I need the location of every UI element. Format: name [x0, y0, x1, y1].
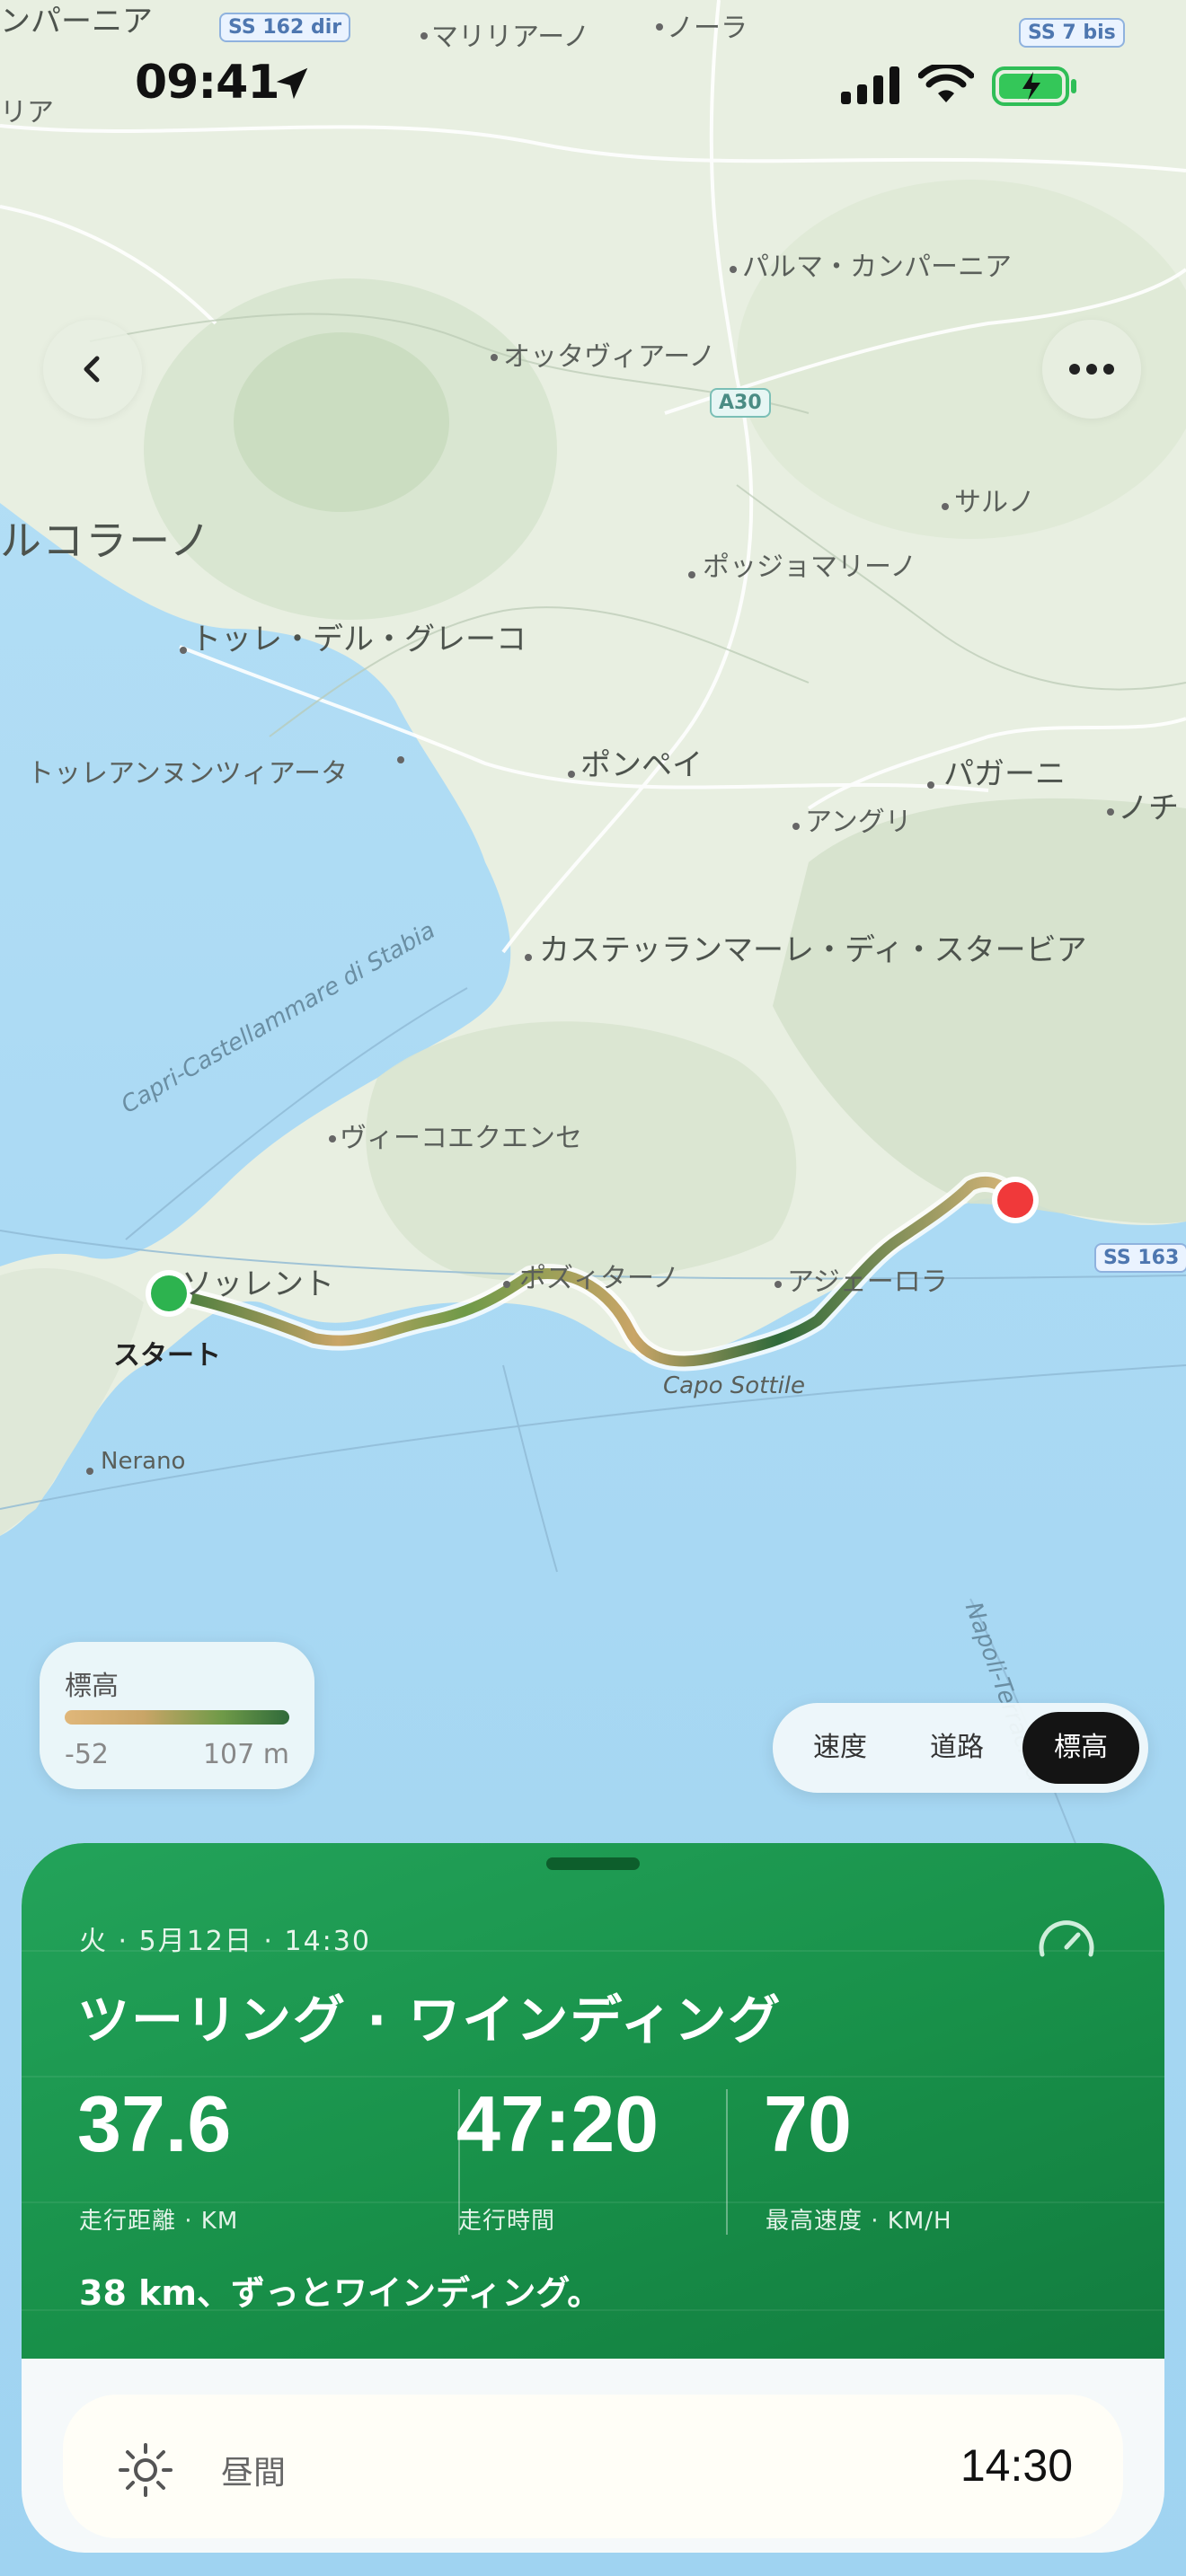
status-time: 09:41 [135, 56, 280, 110]
wifi-icon [918, 65, 974, 102]
location-arrow-icon [276, 67, 308, 100]
map-mode-segmented-control: 速度 道路 標高 [773, 1703, 1148, 1793]
legend-max: 107 m [202, 1739, 289, 1770]
map-label-marigliano: マリリアーノ [431, 22, 590, 53]
stat-divider [726, 2089, 728, 2235]
map-label-angri: アングリ [805, 807, 912, 838]
distance-value: 37.6 [77, 2079, 232, 2168]
signal-icon [841, 66, 899, 104]
duration-label: 走行時間 [458, 2208, 556, 2235]
road-shield-ss162: SS 162 dir [219, 13, 351, 42]
time-of-day-value: 14:30 [960, 2440, 1073, 2491]
road-shield-ss7: SS 7 bis [1019, 18, 1125, 48]
segment-speed[interactable]: 速度 [782, 1712, 898, 1784]
map-label-palma: パルマ・カンパーニア [742, 251, 1012, 283]
max-speed-label: 最高速度 · KM/H [766, 2208, 952, 2235]
map-label-positano: ポズィターノ [519, 1263, 680, 1294]
segment-elevation[interactable]: 標高 [1022, 1712, 1139, 1784]
ride-note: 38 km、ずっとワインディング。 [79, 2273, 602, 2313]
back-button[interactable] [43, 320, 142, 419]
road-shield-ss163: SS 163 [1094, 1243, 1186, 1273]
map-label-torre-annunziata: トッレアンヌンツィアータ [27, 758, 348, 790]
map-label-ercolano: ルコラーノ [0, 516, 213, 565]
ride-date: 火 · 5月12日 · 14:30 [79, 1926, 371, 1957]
map-label-campania: ンパーニア [0, 4, 153, 40]
ride-summary-header: 火 · 5月12日 · 14:30 ツーリング · ワインディング 37.6 走… [22, 1843, 1164, 2359]
more-button[interactable] [1042, 320, 1141, 419]
road-shield-a30: A30 [710, 388, 771, 418]
map-label-sorrento: ソッレント [181, 1266, 334, 1302]
time-of-day-label: 昼間 [221, 2455, 287, 2492]
map-label-capo-sottile: Capo Sottile [663, 1372, 806, 1399]
ride-summary-card[interactable]: 火 · 5月12日 · 14:30 ツーリング · ワインディング 37.6 走… [22, 1843, 1164, 2553]
map-label-nerano: Nerano [101, 1448, 186, 1475]
back-chevron-icon [84, 356, 100, 383]
map-label-pompei: ポンペイ [580, 747, 703, 783]
ride-title: ツーリング · ワインディング [77, 1989, 783, 2051]
map-label-sarno: サルノ [954, 487, 1035, 518]
map-label-poggiomarino: ポッジョマリーノ [703, 551, 917, 583]
time-of-day-row[interactable]: 昼間 14:30 [63, 2395, 1123, 2538]
map-label-nochi: ノチ [1118, 790, 1179, 826]
map-label-castellammare: カステッランマーレ・ディ・スタービア [539, 932, 1087, 968]
drag-handle[interactable] [546, 1857, 640, 1870]
elevation-legend: 標高 -52 107 m [40, 1642, 314, 1789]
map-label-pagani: パガーニ [943, 756, 1066, 792]
legend-gradient-bar [65, 1710, 289, 1725]
map-label-torre-greco: トッレ・デル・グレーコ [190, 622, 527, 657]
max-speed-value: 70 [764, 2079, 852, 2168]
sun-icon [119, 2443, 173, 2497]
start-label: スタート [113, 1340, 221, 1372]
legend-title: 標高 [65, 1671, 119, 1702]
speedometer-icon [1039, 1920, 1094, 1957]
map-label-vico: ヴィーコエクエンセ [340, 1123, 582, 1154]
segment-road[interactable]: 道路 [898, 1712, 1015, 1784]
map-label-agerola: アジェーロラ [787, 1266, 948, 1298]
battery-charging-icon [992, 66, 1076, 106]
distance-label: 走行距離 · KM [79, 2208, 239, 2235]
map-label-ottaviano: オッタヴィアーノ [503, 341, 716, 373]
map-label-nola: ノーラ [667, 13, 748, 44]
legend-min: -52 [65, 1739, 109, 1770]
map-label-ria: リア [0, 97, 54, 128]
more-icon [1069, 364, 1114, 375]
duration-value: 47:20 [456, 2079, 659, 2168]
